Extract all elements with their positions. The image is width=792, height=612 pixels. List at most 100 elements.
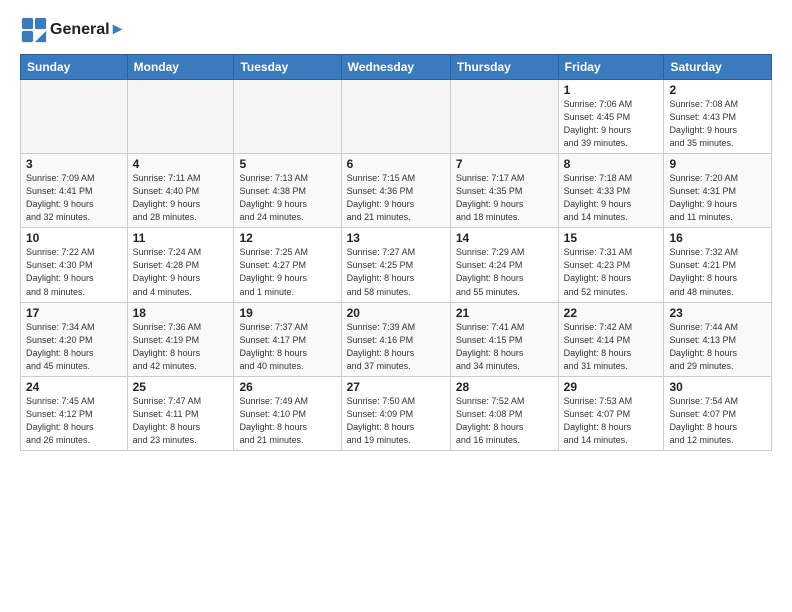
day-info: Sunrise: 7:42 AM Sunset: 4:14 PM Dayligh… xyxy=(564,321,659,373)
calendar-cell: 9Sunrise: 7:20 AM Sunset: 4:31 PM Daylig… xyxy=(664,154,772,228)
calendar-cell: 4Sunrise: 7:11 AM Sunset: 4:40 PM Daylig… xyxy=(127,154,234,228)
header: General► xyxy=(20,16,772,44)
calendar-cell: 7Sunrise: 7:17 AM Sunset: 4:35 PM Daylig… xyxy=(450,154,558,228)
day-number: 2 xyxy=(669,83,766,97)
day-info: Sunrise: 7:32 AM Sunset: 4:21 PM Dayligh… xyxy=(669,246,766,298)
calendar-cell: 17Sunrise: 7:34 AM Sunset: 4:20 PM Dayli… xyxy=(21,302,128,376)
day-info: Sunrise: 7:22 AM Sunset: 4:30 PM Dayligh… xyxy=(26,246,122,298)
day-info: Sunrise: 7:39 AM Sunset: 4:16 PM Dayligh… xyxy=(347,321,445,373)
calendar-cell: 29Sunrise: 7:53 AM Sunset: 4:07 PM Dayli… xyxy=(558,376,664,450)
calendar-week-1: 3Sunrise: 7:09 AM Sunset: 4:41 PM Daylig… xyxy=(21,154,772,228)
day-number: 21 xyxy=(456,306,553,320)
calendar-cell: 6Sunrise: 7:15 AM Sunset: 4:36 PM Daylig… xyxy=(341,154,450,228)
day-number: 6 xyxy=(347,157,445,171)
day-info: Sunrise: 7:17 AM Sunset: 4:35 PM Dayligh… xyxy=(456,172,553,224)
logo: General► xyxy=(20,16,125,44)
day-info: Sunrise: 7:15 AM Sunset: 4:36 PM Dayligh… xyxy=(347,172,445,224)
calendar-cell: 12Sunrise: 7:25 AM Sunset: 4:27 PM Dayli… xyxy=(234,228,341,302)
day-number: 5 xyxy=(239,157,335,171)
header-friday: Friday xyxy=(558,55,664,80)
calendar-cell xyxy=(127,80,234,154)
day-number: 9 xyxy=(669,157,766,171)
day-number: 24 xyxy=(26,380,122,394)
day-info: Sunrise: 7:09 AM Sunset: 4:41 PM Dayligh… xyxy=(26,172,122,224)
day-info: Sunrise: 7:08 AM Sunset: 4:43 PM Dayligh… xyxy=(669,98,766,150)
day-number: 22 xyxy=(564,306,659,320)
day-info: Sunrise: 7:13 AM Sunset: 4:38 PM Dayligh… xyxy=(239,172,335,224)
day-number: 19 xyxy=(239,306,335,320)
calendar-cell: 15Sunrise: 7:31 AM Sunset: 4:23 PM Dayli… xyxy=(558,228,664,302)
header-tuesday: Tuesday xyxy=(234,55,341,80)
day-number: 20 xyxy=(347,306,445,320)
day-info: Sunrise: 7:06 AM Sunset: 4:45 PM Dayligh… xyxy=(564,98,659,150)
day-number: 4 xyxy=(133,157,229,171)
calendar-cell: 14Sunrise: 7:29 AM Sunset: 4:24 PM Dayli… xyxy=(450,228,558,302)
day-info: Sunrise: 7:24 AM Sunset: 4:28 PM Dayligh… xyxy=(133,246,229,298)
day-number: 29 xyxy=(564,380,659,394)
day-info: Sunrise: 7:11 AM Sunset: 4:40 PM Dayligh… xyxy=(133,172,229,224)
calendar-cell: 26Sunrise: 7:49 AM Sunset: 4:10 PM Dayli… xyxy=(234,376,341,450)
calendar-cell xyxy=(450,80,558,154)
calendar-cell: 21Sunrise: 7:41 AM Sunset: 4:15 PM Dayli… xyxy=(450,302,558,376)
day-info: Sunrise: 7:45 AM Sunset: 4:12 PM Dayligh… xyxy=(26,395,122,447)
day-info: Sunrise: 7:31 AM Sunset: 4:23 PM Dayligh… xyxy=(564,246,659,298)
calendar-week-0: 1Sunrise: 7:06 AM Sunset: 4:45 PM Daylig… xyxy=(21,80,772,154)
header-monday: Monday xyxy=(127,55,234,80)
calendar-cell: 28Sunrise: 7:52 AM Sunset: 4:08 PM Dayli… xyxy=(450,376,558,450)
calendar-cell xyxy=(21,80,128,154)
day-number: 12 xyxy=(239,231,335,245)
day-number: 17 xyxy=(26,306,122,320)
day-number: 11 xyxy=(133,231,229,245)
day-info: Sunrise: 7:49 AM Sunset: 4:10 PM Dayligh… xyxy=(239,395,335,447)
calendar-cell xyxy=(234,80,341,154)
day-info: Sunrise: 7:53 AM Sunset: 4:07 PM Dayligh… xyxy=(564,395,659,447)
day-number: 26 xyxy=(239,380,335,394)
day-info: Sunrise: 7:44 AM Sunset: 4:13 PM Dayligh… xyxy=(669,321,766,373)
calendar-cell: 16Sunrise: 7:32 AM Sunset: 4:21 PM Dayli… xyxy=(664,228,772,302)
day-info: Sunrise: 7:18 AM Sunset: 4:33 PM Dayligh… xyxy=(564,172,659,224)
header-wednesday: Wednesday xyxy=(341,55,450,80)
day-number: 23 xyxy=(669,306,766,320)
day-number: 10 xyxy=(26,231,122,245)
calendar-cell: 24Sunrise: 7:45 AM Sunset: 4:12 PM Dayli… xyxy=(21,376,128,450)
day-info: Sunrise: 7:27 AM Sunset: 4:25 PM Dayligh… xyxy=(347,246,445,298)
calendar-cell: 11Sunrise: 7:24 AM Sunset: 4:28 PM Dayli… xyxy=(127,228,234,302)
day-info: Sunrise: 7:47 AM Sunset: 4:11 PM Dayligh… xyxy=(133,395,229,447)
day-info: Sunrise: 7:54 AM Sunset: 4:07 PM Dayligh… xyxy=(669,395,766,447)
calendar-cell: 22Sunrise: 7:42 AM Sunset: 4:14 PM Dayli… xyxy=(558,302,664,376)
day-info: Sunrise: 7:34 AM Sunset: 4:20 PM Dayligh… xyxy=(26,321,122,373)
calendar-table: Sunday Monday Tuesday Wednesday Thursday… xyxy=(20,54,772,451)
header-sunday: Sunday xyxy=(21,55,128,80)
day-number: 3 xyxy=(26,157,122,171)
day-number: 30 xyxy=(669,380,766,394)
day-info: Sunrise: 7:20 AM Sunset: 4:31 PM Dayligh… xyxy=(669,172,766,224)
calendar-cell: 8Sunrise: 7:18 AM Sunset: 4:33 PM Daylig… xyxy=(558,154,664,228)
calendar-cell: 3Sunrise: 7:09 AM Sunset: 4:41 PM Daylig… xyxy=(21,154,128,228)
calendar-cell: 1Sunrise: 7:06 AM Sunset: 4:45 PM Daylig… xyxy=(558,80,664,154)
calendar-cell: 23Sunrise: 7:44 AM Sunset: 4:13 PM Dayli… xyxy=(664,302,772,376)
calendar-cell: 19Sunrise: 7:37 AM Sunset: 4:17 PM Dayli… xyxy=(234,302,341,376)
header-saturday: Saturday xyxy=(664,55,772,80)
day-number: 16 xyxy=(669,231,766,245)
calendar-week-4: 24Sunrise: 7:45 AM Sunset: 4:12 PM Dayli… xyxy=(21,376,772,450)
day-number: 14 xyxy=(456,231,553,245)
day-number: 28 xyxy=(456,380,553,394)
day-info: Sunrise: 7:25 AM Sunset: 4:27 PM Dayligh… xyxy=(239,246,335,298)
calendar-cell: 10Sunrise: 7:22 AM Sunset: 4:30 PM Dayli… xyxy=(21,228,128,302)
calendar-cell: 2Sunrise: 7:08 AM Sunset: 4:43 PM Daylig… xyxy=(664,80,772,154)
calendar-cell: 18Sunrise: 7:36 AM Sunset: 4:19 PM Dayli… xyxy=(127,302,234,376)
logo-text-block: General► xyxy=(50,21,125,39)
day-number: 1 xyxy=(564,83,659,97)
calendar-cell: 27Sunrise: 7:50 AM Sunset: 4:09 PM Dayli… xyxy=(341,376,450,450)
day-info: Sunrise: 7:36 AM Sunset: 4:19 PM Dayligh… xyxy=(133,321,229,373)
day-info: Sunrise: 7:50 AM Sunset: 4:09 PM Dayligh… xyxy=(347,395,445,447)
calendar-cell: 20Sunrise: 7:39 AM Sunset: 4:16 PM Dayli… xyxy=(341,302,450,376)
page: General► Sunday Monday Tuesday Wednesday… xyxy=(0,0,792,461)
day-info: Sunrise: 7:37 AM Sunset: 4:17 PM Dayligh… xyxy=(239,321,335,373)
day-info: Sunrise: 7:41 AM Sunset: 4:15 PM Dayligh… xyxy=(456,321,553,373)
calendar-week-3: 17Sunrise: 7:34 AM Sunset: 4:20 PM Dayli… xyxy=(21,302,772,376)
day-number: 8 xyxy=(564,157,659,171)
day-number: 27 xyxy=(347,380,445,394)
day-number: 15 xyxy=(564,231,659,245)
day-number: 18 xyxy=(133,306,229,320)
